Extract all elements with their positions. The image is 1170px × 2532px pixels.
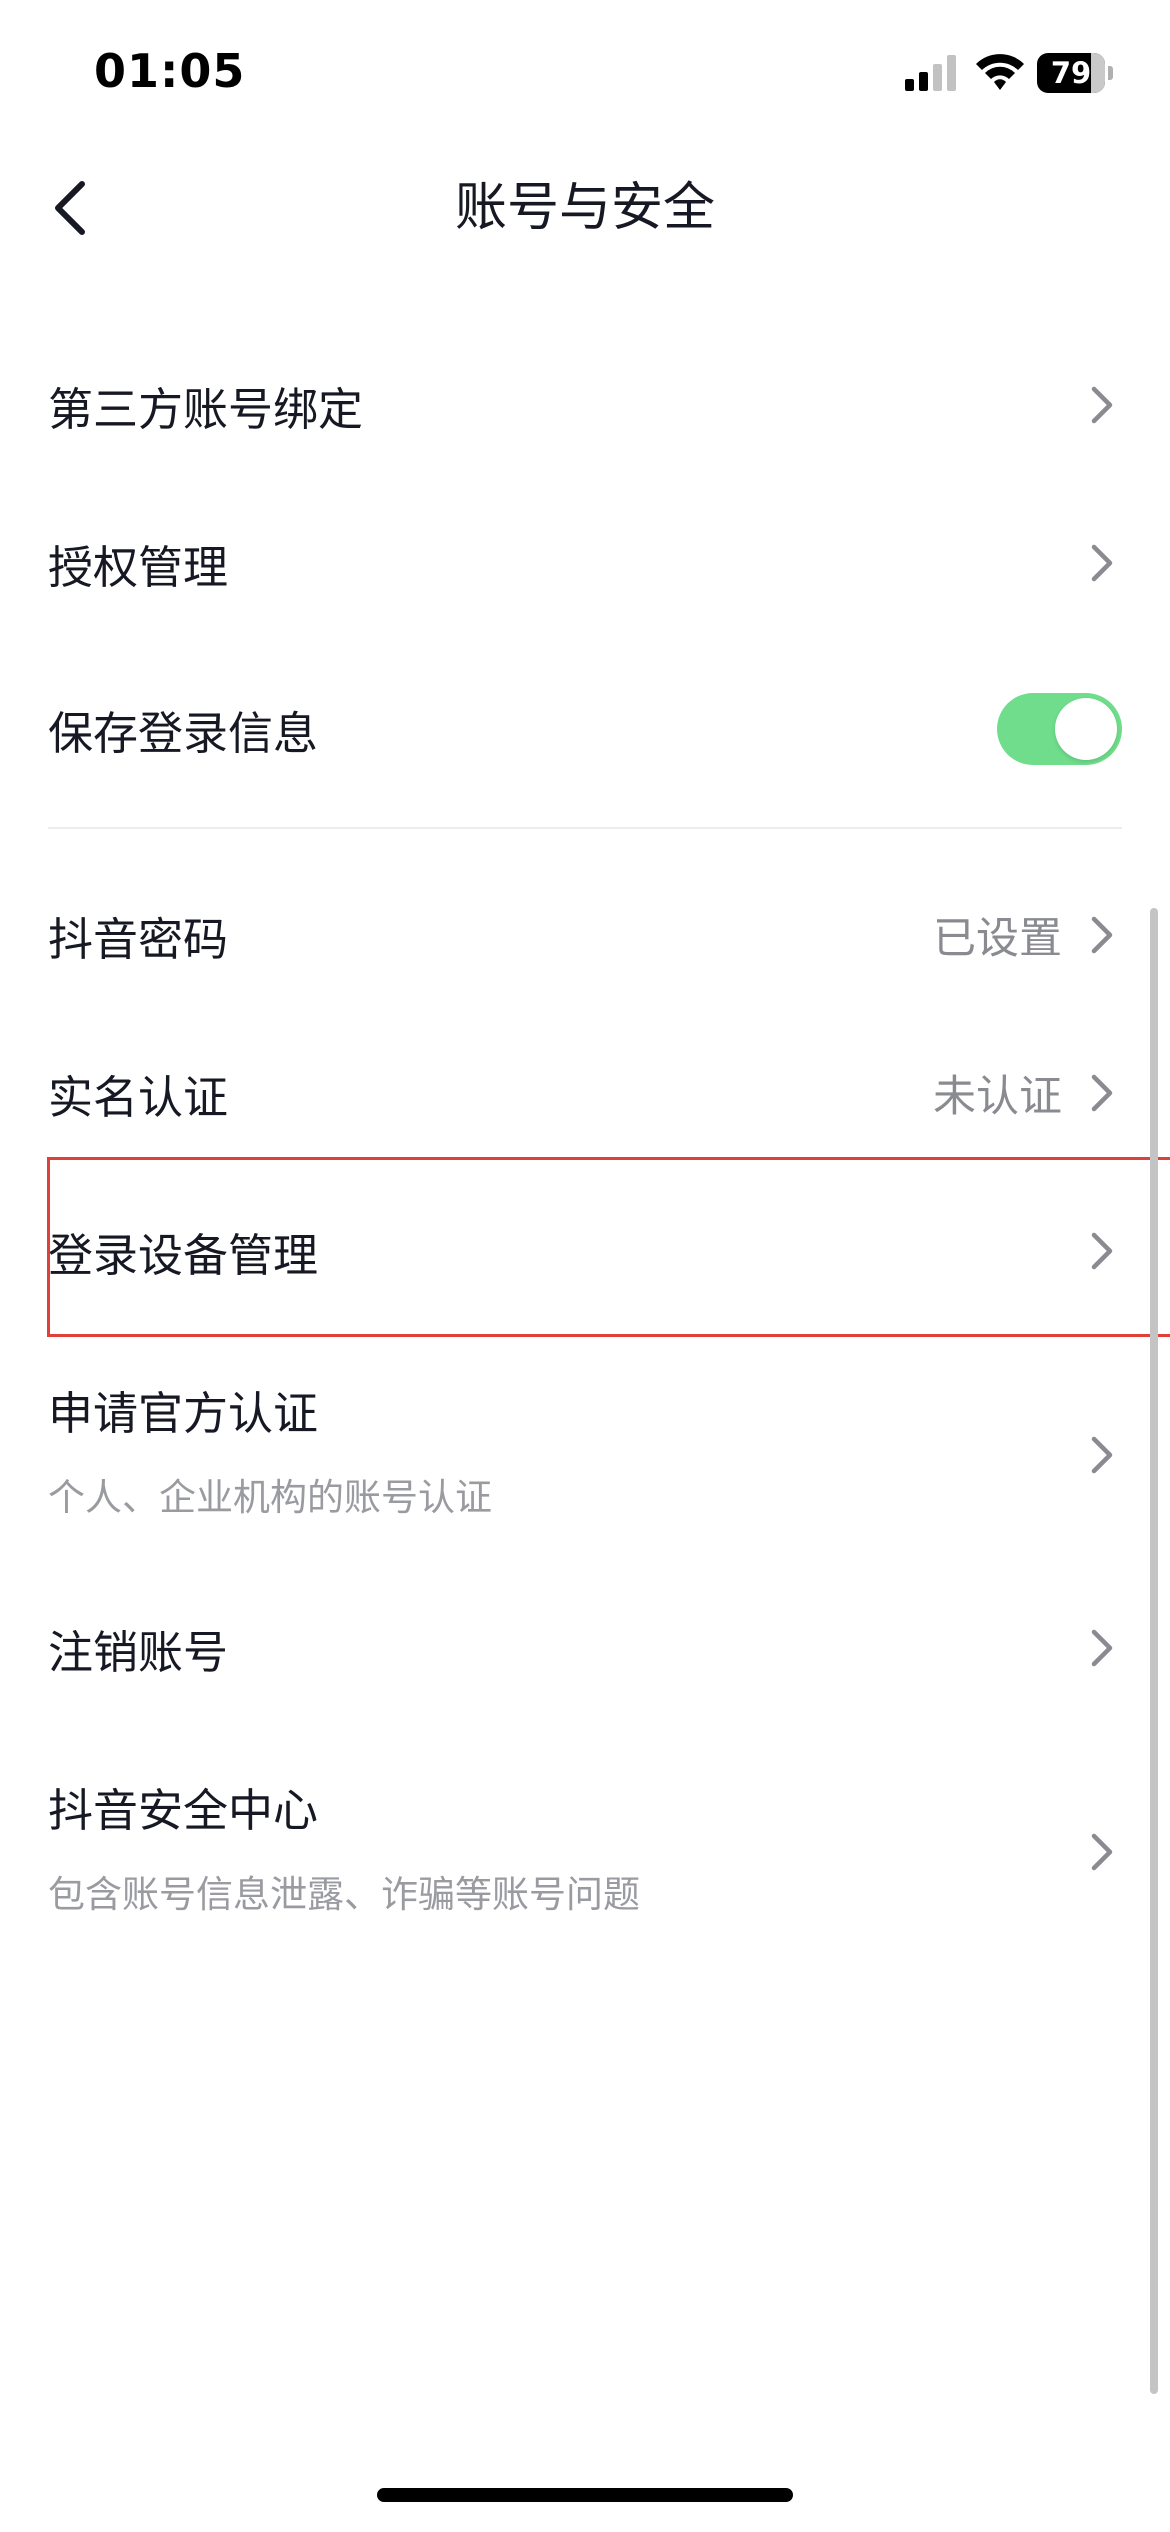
- chevron-right-icon: [1091, 1074, 1113, 1112]
- authorization-management-row[interactable]: 授权管理: [0, 498, 1170, 628]
- page-title: 账号与安全: [454, 178, 715, 238]
- row-label: 注销账号: [48, 1626, 229, 1679]
- douyin-password-row[interactable]: 抖音密码 已设置: [0, 870, 1170, 1000]
- row-label: 抖音安全中心: [48, 1784, 319, 1837]
- toggle-knob: [1055, 698, 1117, 760]
- row-label: 第三方账号绑定: [48, 383, 364, 436]
- scrollbar[interactable]: [1150, 908, 1158, 2394]
- row-label: 登录设备管理: [48, 1229, 319, 1282]
- row-label: 授权管理: [48, 541, 229, 594]
- chevron-right-icon: [1091, 1232, 1113, 1270]
- status-time: 01:05: [94, 44, 246, 98]
- douyin-security-center-row[interactable]: 抖音安全中心 包含账号信息泄露、诈骗等账号问题: [0, 1752, 1170, 1952]
- password-status: 已设置: [933, 914, 1062, 964]
- chevron-right-icon: [1091, 916, 1113, 954]
- battery-icon: 79: [1037, 53, 1113, 93]
- back-button[interactable]: [40, 172, 112, 244]
- real-name-verification-row[interactable]: 实名认证 未认证: [0, 1028, 1170, 1158]
- status-bar: 01:05 79: [0, 0, 1170, 150]
- row-label: 保存登录信息: [48, 707, 319, 760]
- save-login-info-row: 保存登录信息: [0, 653, 1170, 803]
- nav-bar: 账号与安全: [0, 150, 1170, 266]
- row-label: 实名认证: [48, 1071, 229, 1124]
- chevron-right-icon: [1091, 1436, 1113, 1474]
- wifi-icon: [976, 54, 1024, 90]
- chevron-right-icon: [1091, 386, 1113, 424]
- row-label: 抖音密码: [48, 913, 229, 966]
- verification-status: 未认证: [933, 1072, 1062, 1122]
- account-security-screen: 01:05 79 账号与安全 第三方账号绑定 授权管理 保存登录信息 抖音密码 …: [0, 0, 1170, 2532]
- deactivate-account-row[interactable]: 注销账号: [0, 1583, 1170, 1713]
- third-party-binding-row[interactable]: 第三方账号绑定: [0, 340, 1170, 470]
- battery-level: 79: [1037, 53, 1105, 93]
- row-subtitle: 个人、企业机构的账号认证: [48, 1476, 492, 1519]
- row-label: 申请官方认证: [48, 1387, 319, 1440]
- chevron-right-icon: [1091, 1833, 1113, 1871]
- signal-icon: [905, 55, 956, 91]
- section-divider: [48, 827, 1122, 829]
- login-device-management-row[interactable]: 登录设备管理: [0, 1186, 1170, 1316]
- apply-official-verification-row[interactable]: 申请官方认证 个人、企业机构的账号认证: [0, 1355, 1170, 1555]
- battery-percent: 79: [1050, 56, 1092, 90]
- row-subtitle: 包含账号信息泄露、诈骗等账号问题: [48, 1873, 640, 1916]
- save-login-toggle[interactable]: [997, 693, 1122, 765]
- chevron-right-icon: [1091, 544, 1113, 582]
- chevron-right-icon: [1091, 1629, 1113, 1667]
- home-indicator[interactable]: [377, 2488, 793, 2502]
